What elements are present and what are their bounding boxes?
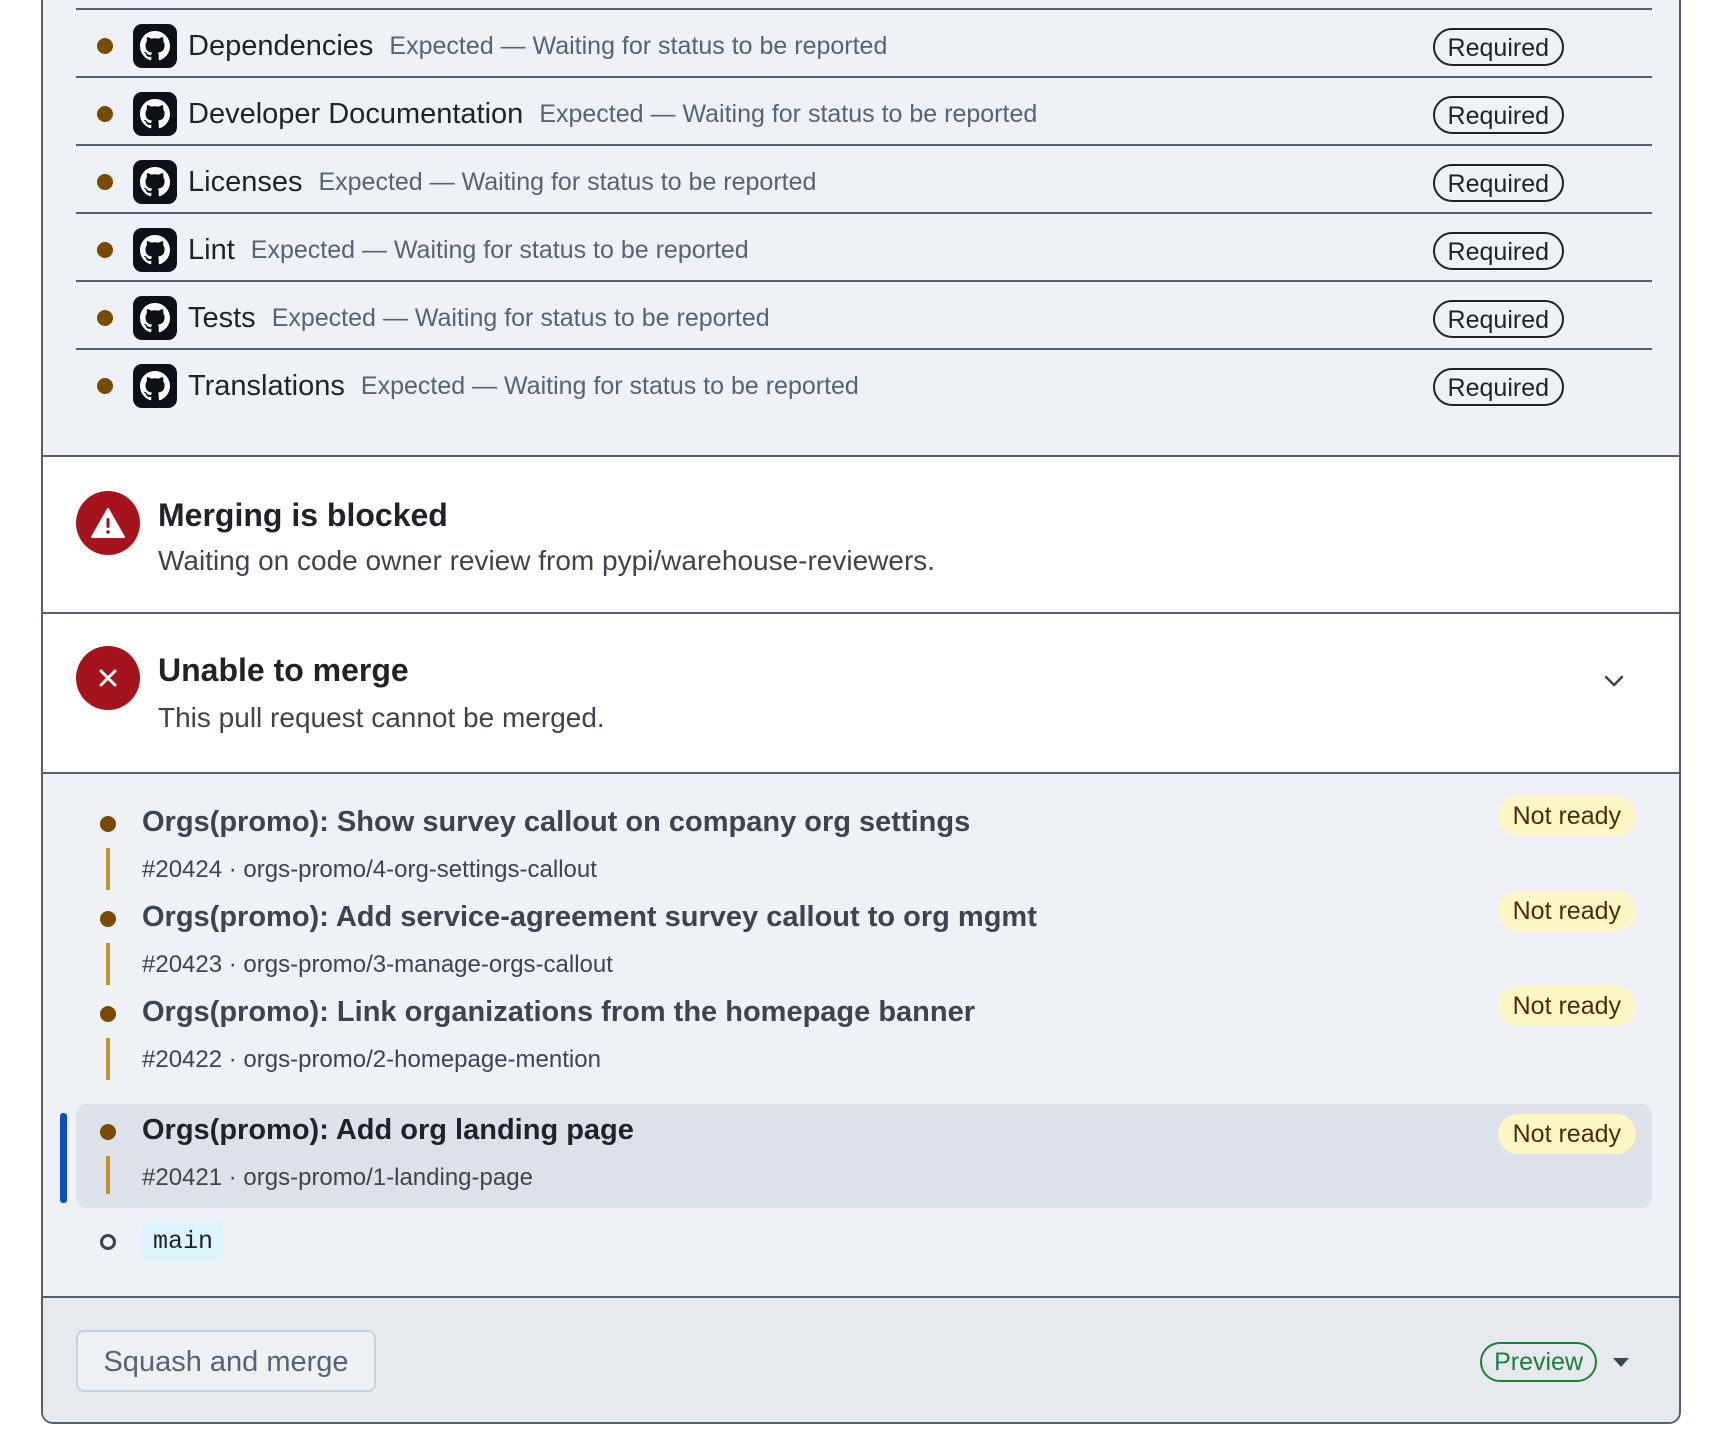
current-pr-indicator — [60, 1113, 67, 1203]
squash-and-merge-button[interactable]: Squash and merge — [76, 1330, 376, 1392]
check-row-developer-documentation[interactable]: Developer Documentation Expected — Waiti… — [76, 76, 1652, 150]
x-icon — [76, 646, 140, 710]
check-description: Expected — Waiting for status to be repo… — [250, 235, 749, 264]
pending-dot — [97, 174, 113, 190]
pending-dot — [100, 1006, 116, 1022]
github-icon — [133, 92, 177, 136]
check-description: Expected — Waiting for status to be repo… — [389, 31, 888, 60]
check-name: Translations — [188, 369, 345, 402]
checks-list: Dependencies Expected — Waiting for stat… — [43, 0, 1679, 457]
check-row-lint[interactable]: Lint Expected — Waiting for status to be… — [76, 212, 1652, 286]
check-row-tests[interactable]: Tests Expected — Waiting for status to b… — [76, 280, 1652, 354]
alert-icon — [76, 491, 140, 555]
stack-pr-item[interactable]: Orgs(promo): Show survey callout on comp… — [76, 796, 1652, 900]
check-name: Lint — [188, 233, 235, 266]
stack-pr-item[interactable]: Orgs(promo): Add service-agreement surve… — [76, 891, 1652, 995]
pending-dot — [97, 242, 113, 258]
pr-meta: #20423 · orgs-promo/3-manage-orgs-callou… — [142, 951, 613, 978]
check-name: Licenses — [188, 165, 303, 198]
check-row-translations[interactable]: Translations Expected — Waiting for stat… — [76, 348, 1652, 422]
check-description: Expected — Waiting for status to be repo… — [360, 371, 859, 400]
required-badge: Required — [1432, 300, 1564, 338]
check-description: Expected — Waiting for status to be repo… — [539, 99, 1038, 128]
pr-meta: #20421 · orgs-promo/1-landing-page — [142, 1164, 533, 1191]
stack-connector — [106, 1156, 110, 1194]
pending-dot — [100, 1124, 116, 1140]
unable-title: Unable to merge — [158, 652, 409, 688]
not-ready-badge: Not ready — [1497, 986, 1636, 1026]
pending-dot — [97, 310, 113, 326]
required-badge: Required — [1432, 164, 1564, 202]
check-description: Expected — Waiting for status to be repo… — [271, 303, 770, 332]
not-ready-badge: Not ready — [1497, 1114, 1636, 1154]
pending-dot — [100, 816, 116, 832]
not-ready-badge: Not ready — [1497, 796, 1636, 836]
pending-dot — [97, 38, 113, 54]
pr-title[interactable]: Orgs(promo): Add org landing page — [142, 1114, 634, 1147]
stack-connector — [106, 848, 110, 890]
check-description: Expected — Waiting for status to be repo… — [318, 167, 817, 196]
required-badge: Required — [1432, 368, 1564, 406]
required-badge: Required — [1432, 96, 1564, 134]
check-name: Tests — [188, 301, 256, 334]
unable-to-merge-section[interactable]: Unable to merge This pull request cannot… — [43, 614, 1679, 772]
pr-title[interactable]: Orgs(promo): Add service-agreement surve… — [142, 901, 1037, 934]
merge-box: Dependencies Expected — Waiting for stat… — [41, 0, 1681, 1424]
merging-blocked-section: Merging is blocked Waiting on code owner… — [43, 457, 1679, 614]
pending-dot — [100, 911, 116, 927]
merge-footer: Squash and merge Preview — [43, 1298, 1679, 1422]
check-row-dependencies[interactable]: Dependencies Expected — Waiting for stat… — [76, 8, 1652, 82]
github-icon — [133, 364, 177, 408]
stack-pr-item[interactable]: Orgs(promo): Link organizations from the… — [76, 986, 1652, 1090]
pending-dot — [97, 106, 113, 122]
required-badge: Required — [1432, 28, 1564, 66]
base-branch-label[interactable]: main — [142, 1222, 225, 1262]
github-icon — [133, 160, 177, 204]
blocked-title: Merging is blocked — [158, 497, 448, 533]
stack-connector — [106, 943, 110, 985]
not-ready-badge: Not ready — [1497, 891, 1636, 931]
pr-title[interactable]: Orgs(promo): Show survey callout on comp… — [142, 806, 970, 839]
pr-meta: #20422 · orgs-promo/2-homepage-mention — [142, 1046, 601, 1073]
check-name: Developer Documentation — [188, 97, 524, 130]
check-row-licenses[interactable]: Licenses Expected — Waiting for status t… — [76, 144, 1652, 218]
pr-title[interactable]: Orgs(promo): Link organizations from the… — [142, 996, 975, 1029]
github-icon — [133, 228, 177, 272]
github-icon — [133, 24, 177, 68]
unable-subtitle: This pull request cannot be merged. — [158, 702, 605, 733]
caret-down-icon[interactable] — [1613, 1358, 1629, 1367]
stack-pr-item-current[interactable]: Orgs(promo): Add org landing page #20421… — [76, 1104, 1652, 1208]
check-name: Dependencies — [188, 29, 374, 62]
github-icon — [133, 296, 177, 340]
stacked-pr-list: Orgs(promo): Show survey callout on comp… — [43, 772, 1679, 1298]
chevron-down-icon[interactable] — [1599, 666, 1629, 696]
blocked-subtitle: Waiting on code owner review from pypi/w… — [158, 545, 936, 576]
stack-connector — [106, 1038, 110, 1080]
required-badge: Required — [1432, 232, 1564, 270]
preview-badge: Preview — [1480, 1342, 1597, 1382]
pr-meta: #20424 · orgs-promo/4-org-settings-callo… — [142, 856, 597, 883]
base-branch-ring — [100, 1234, 116, 1250]
pending-dot — [97, 378, 113, 394]
